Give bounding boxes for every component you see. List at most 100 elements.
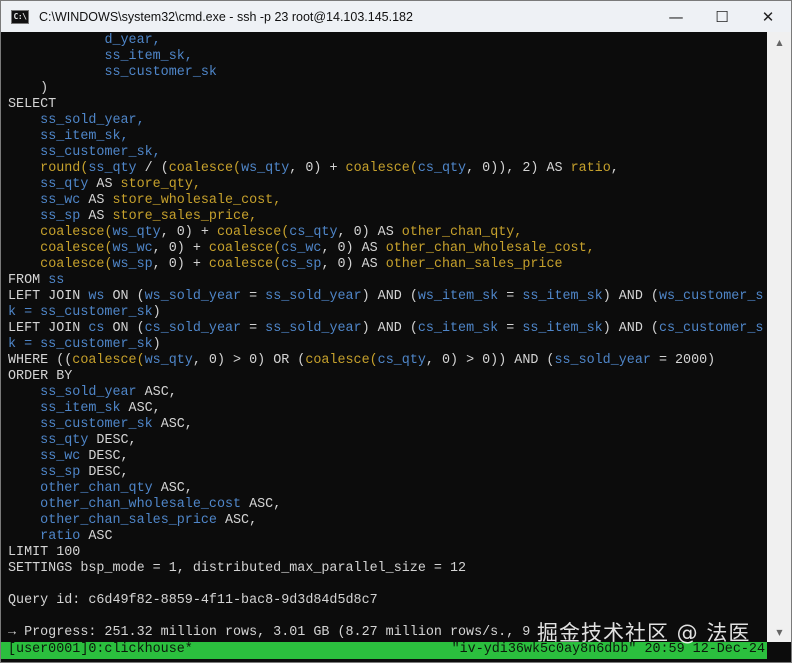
terminal-token: = [241, 321, 266, 336]
terminal-token: ORDER BY [8, 369, 73, 384]
terminal-line: SELECT [8, 97, 56, 113]
terminal-token: ss_sold_year, [40, 113, 145, 128]
terminal-token: other_chan_qty [40, 481, 153, 496]
terminal-line: ss_sold_year ASC, [8, 385, 177, 401]
title-bar[interactable]: C:\ C:\WINDOWS\system32\cmd.exe - ssh -p… [1, 1, 791, 32]
terminal-token: ) AND ( [361, 321, 418, 336]
terminal-token: other_chan_qty, [401, 225, 523, 240]
terminal-token: store_sales_price, [112, 209, 258, 224]
terminal-token: ASC [80, 529, 113, 544]
terminal-line: ss_wc DESC, [8, 449, 128, 465]
terminal-token: ws_sold_year [144, 289, 242, 304]
terminal-token: coalesce( [208, 257, 282, 272]
terminal-token: LEFT JOIN [8, 289, 89, 304]
maximize-button[interactable]: ☐ [699, 1, 745, 32]
terminal-window: C:\ C:\WINDOWS\system32\cmd.exe - ssh -p… [0, 0, 792, 663]
terminal-token: ss_sold_year [265, 289, 362, 304]
terminal-token: , 0) + [152, 241, 209, 256]
terminal-token: cs_qty [289, 225, 338, 240]
terminal-token: , 0) AS [321, 241, 386, 256]
terminal-token: coalesce( [40, 241, 113, 256]
terminal-token: other_chan_sales_price [385, 257, 563, 272]
vertical-scrollbar[interactable]: ▲ ▼ [767, 32, 791, 642]
terminal-line: round(ss_qty / (coalesce(ws_qty, 0) + co… [8, 161, 619, 177]
terminal-token: round( [40, 161, 89, 176]
scroll-up-icon[interactable]: ▲ [767, 34, 791, 50]
scroll-down-icon[interactable]: ▼ [767, 624, 791, 640]
status-session: [user0001]0:clickhouse* [8, 642, 193, 657]
terminal-token: , 0) > 0)) AND ( [425, 353, 555, 368]
terminal-token: AS [88, 177, 121, 192]
terminal-line: ss_customer_sk ASC, [8, 417, 193, 433]
terminal-line: other_chan_wholesale_cost ASC, [8, 497, 281, 513]
terminal-token: ss_qty [88, 161, 137, 176]
terminal-token: ss_item_sk [522, 321, 603, 336]
terminal-output[interactable]: d_year, ss_item_sk, ss_customer_sk ) SELE… [1, 32, 767, 642]
terminal-token: Query id: c6d49f82-8859-4f11-bac8-9d3d84… [8, 593, 378, 608]
terminal-token: ss_item_sk [40, 401, 121, 416]
terminal-token: ) AND ( [361, 289, 418, 304]
terminal-token: coalesce( [216, 225, 290, 240]
terminal-line: ss_customer_sk [8, 65, 217, 81]
terminal-token: ws_item_sk [417, 289, 499, 304]
terminal-line: coalesce(ws_qty, 0) + coalesce(cs_qty, 0… [8, 225, 522, 241]
close-button[interactable]: ✕ [745, 1, 791, 32]
terminal-token: , 0) AS [321, 257, 386, 272]
terminal-token: ) [152, 337, 161, 352]
terminal-token: SETTINGS bsp_mode = 1, distributed_max_p… [8, 561, 467, 576]
terminal-token: ASC, [136, 385, 177, 400]
terminal-token: ratio [40, 529, 81, 544]
terminal-token: cs_qty [377, 353, 426, 368]
terminal-token: other_chan_sales_price [40, 513, 217, 528]
terminal-line: SETTINGS bsp_mode = 1, distributed_max_p… [8, 561, 466, 577]
terminal-token: AS [80, 193, 113, 208]
terminal-token: k = ss_customer_sk [8, 305, 153, 320]
terminal-token: ASC, [152, 417, 193, 432]
terminal-line: FROM ss [8, 273, 64, 289]
window-title: C:\WINDOWS\system32\cmd.exe - ssh -p 23 … [39, 9, 413, 24]
terminal-token: , 0) + [289, 161, 346, 176]
terminal-token: cs_item_sk [417, 321, 499, 336]
terminal-line: coalesce(ws_sp, 0) + coalesce(cs_sp, 0) … [8, 257, 563, 273]
minimize-button[interactable]: — [653, 1, 699, 32]
terminal-token: , 0) AS [337, 225, 402, 240]
terminal-token: ss_sold_year [265, 321, 362, 336]
terminal-token: k = ss_customer_sk [8, 337, 153, 352]
terminal-token: ratio [570, 161, 611, 176]
maximize-icon: ☐ [715, 7, 729, 26]
terminal-line: LIMIT 100 [8, 545, 80, 561]
terminal-line: WHERE ((coalesce(ws_qty, 0) > 0) OR (coa… [8, 353, 715, 369]
terminal-token: ws_qty [112, 225, 161, 240]
terminal-token: = [498, 289, 523, 304]
terminal-line: LEFT JOIN cs ON (cs_sold_year = ss_sold_… [8, 321, 763, 337]
terminal-line: other_chan_qty ASC, [8, 481, 193, 497]
terminal-token: ON ( [104, 289, 145, 304]
terminal-token: cs_sp [281, 257, 322, 272]
terminal-token: / ( [136, 161, 169, 176]
terminal-token: ws [88, 289, 105, 304]
terminal-line: coalesce(ws_wc, 0) + coalesce(cs_wc, 0) … [8, 241, 595, 257]
terminal-token: = [241, 289, 266, 304]
terminal-token: ws_qty [241, 161, 290, 176]
terminal-line: LEFT JOIN ws ON (ws_sold_year = ss_sold_… [8, 289, 763, 305]
terminal-token: coalesce( [305, 353, 378, 368]
terminal-token: ASC, [216, 513, 258, 528]
terminal-token: cs_customer_s [658, 321, 764, 336]
terminal-line: ss_item_sk, [8, 129, 128, 145]
terminal-token: , [610, 161, 619, 176]
terminal-line: ratio ASC [8, 529, 113, 545]
terminal-line: ORDER BY [8, 369, 72, 385]
terminal-token: ws_sp [112, 257, 153, 272]
terminal-token: = 2000) [650, 353, 716, 368]
terminal-token: cs_wc [281, 241, 322, 256]
terminal-token: , 0) + [160, 225, 217, 240]
